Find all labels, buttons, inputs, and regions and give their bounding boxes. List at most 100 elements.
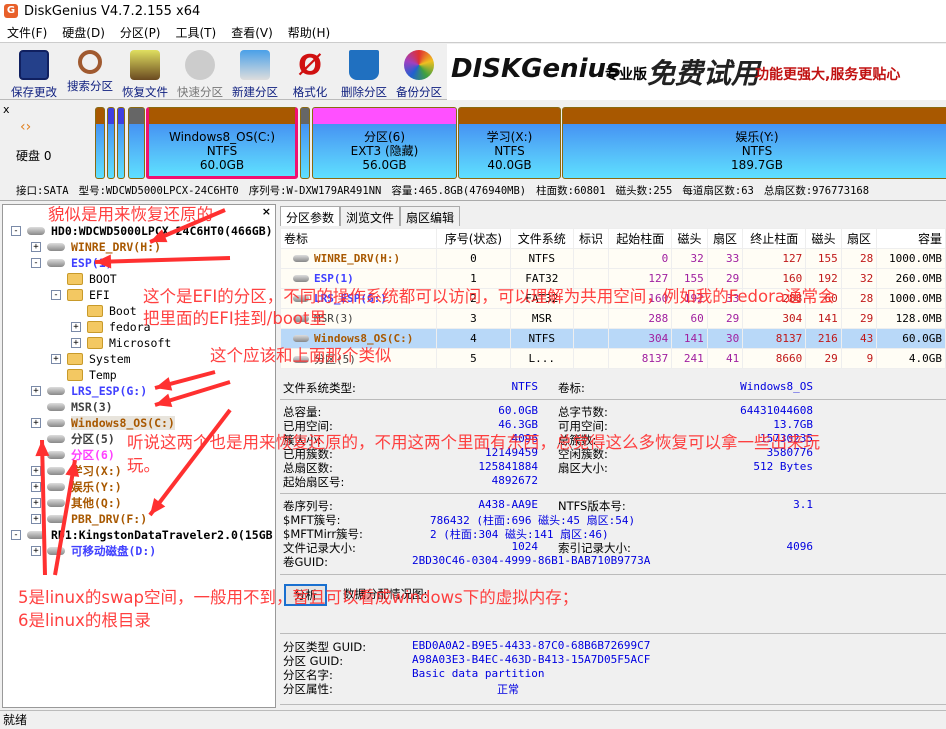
table-cell: 3 [436,308,511,329]
format-button[interactable]: Ø 格式化 [282,48,338,100]
tree-node[interactable]: + System [51,351,131,367]
tree-node[interactable]: + fedora [71,319,151,335]
expand-icon[interactable]: + [71,338,81,348]
collapse-icon[interactable]: - [11,530,21,540]
tree-node[interactable]: + 学习(X:) [31,463,122,479]
table-cell [572,248,610,269]
tree-node[interactable]: + LRS_ESP(G:) [31,383,147,399]
partition-block-lrs-esp[interactable] [117,107,125,179]
partition-block-y[interactable]: 娱乐(Y:) NTFS 189.7GB [562,107,946,179]
column-header[interactable]: 扇区 [840,228,878,249]
collapse-icon[interactable]: - [31,258,41,268]
menu-help[interactable]: 帮助(H) [281,24,338,41]
delete-partition-button[interactable]: 删除分区 [336,48,392,100]
table-row[interactable]: MSR(3) 3 MSR 288 60 29 304 141 29 128.0MB [279,308,946,329]
column-header[interactable]: 标识 [572,228,610,249]
menu-tools[interactable]: 工具(T) [169,24,225,41]
expand-icon[interactable]: + [51,354,61,364]
expand-icon[interactable]: + [31,466,41,476]
partition-block-msr[interactable] [128,107,145,179]
tree-node-label: 可移动磁盘(D:) [71,544,157,558]
partition-block-x[interactable]: 学习(X:) NTFS 40.0GB [458,107,561,179]
close-icon[interactable]: x [3,103,10,116]
tree-node[interactable]: MSR(3) [31,399,113,415]
expand-icon[interactable]: + [71,322,81,332]
expand-icon[interactable]: + [31,386,41,396]
tree-close-icon[interactable]: × [262,205,271,218]
tree-node[interactable]: + 可移动磁盘(D:) [31,543,156,559]
collapse-icon[interactable]: - [51,290,61,300]
table-cell: 32 [840,268,878,289]
detail-text: 分区属性: [283,682,333,696]
drive-icon [47,387,65,395]
tree-node[interactable]: + Microsoft [71,335,171,351]
tree-node[interactable]: 分区(6) [31,447,115,463]
tree-node-label: 娱乐(Y:) [71,480,122,494]
column-header[interactable]: 起始柱面 [608,228,673,249]
tree-node[interactable]: + WINRE_DRV(H:) [31,239,161,255]
partition-block-c[interactable]: Windows8_OS(C:) NTFS 60.0GB [146,107,298,179]
expand-icon[interactable]: + [31,242,41,252]
detail-text: 正常 [497,683,519,696]
tree-node[interactable]: + PBR_DRV(F:) [31,511,147,527]
partition-block-winre[interactable] [95,107,105,179]
expand-icon[interactable]: + [31,418,41,428]
column-header[interactable]: 序号(状态) [436,228,511,249]
column-header[interactable]: 磁头 [805,228,842,249]
annotation-text: 这个是EFI的分区，不同的操作系统都可以访问，可以理解为共用空间，例如我的Fed… [143,287,835,306]
quick-partition-button[interactable]: 快速分区 [172,48,228,100]
banner-slogan: 功能更强大,服务更贴心 [755,67,901,83]
folder-icon [87,337,103,349]
tree-node[interactable]: - ESP(1) [31,255,113,271]
menu-view[interactable]: 查看(V) [224,24,281,41]
table-row[interactable]: WINRE_DRV(H:) 0 NTFS 0 32 33 127 155 28 1000.0MB [279,248,946,269]
menu-file[interactable]: 文件(F) [0,24,55,41]
tree-node[interactable]: BOOT [51,271,117,287]
search-partition-button[interactable]: 搜索分区 [62,48,118,94]
backup-partition-button[interactable]: 备份分区 [391,48,447,100]
tree-node-label: Temp [89,368,117,382]
column-header[interactable]: 文件系统 [509,228,574,249]
drive-icon [47,419,65,427]
partition-block-5[interactable] [300,107,310,179]
tree-node[interactable]: - EFI [51,287,110,303]
column-header[interactable]: 终止柱面 [742,228,807,249]
tab-browse-files[interactable]: 浏览文件 [340,206,401,226]
expand-icon[interactable]: + [31,482,41,492]
disk-nav-arrows-icon[interactable]: ‹› [20,119,31,135]
tab-partition-params[interactable]: 分区参数 [280,206,341,226]
expand-icon[interactable]: + [31,514,41,524]
detail-text: 4892672 [491,474,538,487]
tree-node[interactable]: - HD0:WDCWD5000LPCX-24C6HT0(466GB) [11,223,273,239]
tree-node[interactable]: - RD1:KingstonDataTraveler2.0(15GB [11,527,273,543]
promo-banner[interactable]: DISKGenius 专业版 免费试用 功能更强大,服务更贴心 [447,44,946,100]
menu-disk[interactable]: 硬盘(D) [55,24,113,41]
collapse-icon[interactable]: - [11,226,21,236]
table-cell: 30 [706,328,744,349]
recover-files-button[interactable]: 恢复文件 [117,48,173,100]
save-button[interactable]: 保存更改 [6,48,62,100]
detail-text: 125841884 [478,460,538,473]
table-cell: 41 [706,348,744,369]
table-cell: 29 [805,348,842,369]
tree-node[interactable]: 分区(5) [31,431,115,447]
tree-node[interactable]: Temp [51,367,117,383]
detail-text: 60.0GB [498,404,538,417]
expand-icon[interactable]: + [31,498,41,508]
partition-block-6[interactable]: 分区(6) EXT3 (隐藏) 56.0GB [312,107,457,179]
menu-partition[interactable]: 分区(P) [113,24,169,41]
detail-text: Basic data partition [412,667,545,680]
tree-node[interactable]: Boot [71,303,137,319]
tree-node[interactable]: + 娱乐(Y:) [31,479,122,495]
column-header[interactable]: 卷标 [279,228,438,249]
new-partition-button[interactable]: 新建分区 [227,48,283,100]
disc-icon [185,50,215,80]
column-header[interactable]: 扇区 [706,228,744,249]
tree-node[interactable]: + 其他(Q:) [31,495,122,511]
column-header[interactable]: 容量 [876,228,946,249]
partition-block-esp[interactable] [107,107,115,179]
column-header[interactable]: 磁头 [671,228,708,249]
expand-icon[interactable]: + [31,546,41,556]
table-cell: 29 [706,308,744,329]
tab-sector-edit[interactable]: 扇区编辑 [400,206,461,226]
